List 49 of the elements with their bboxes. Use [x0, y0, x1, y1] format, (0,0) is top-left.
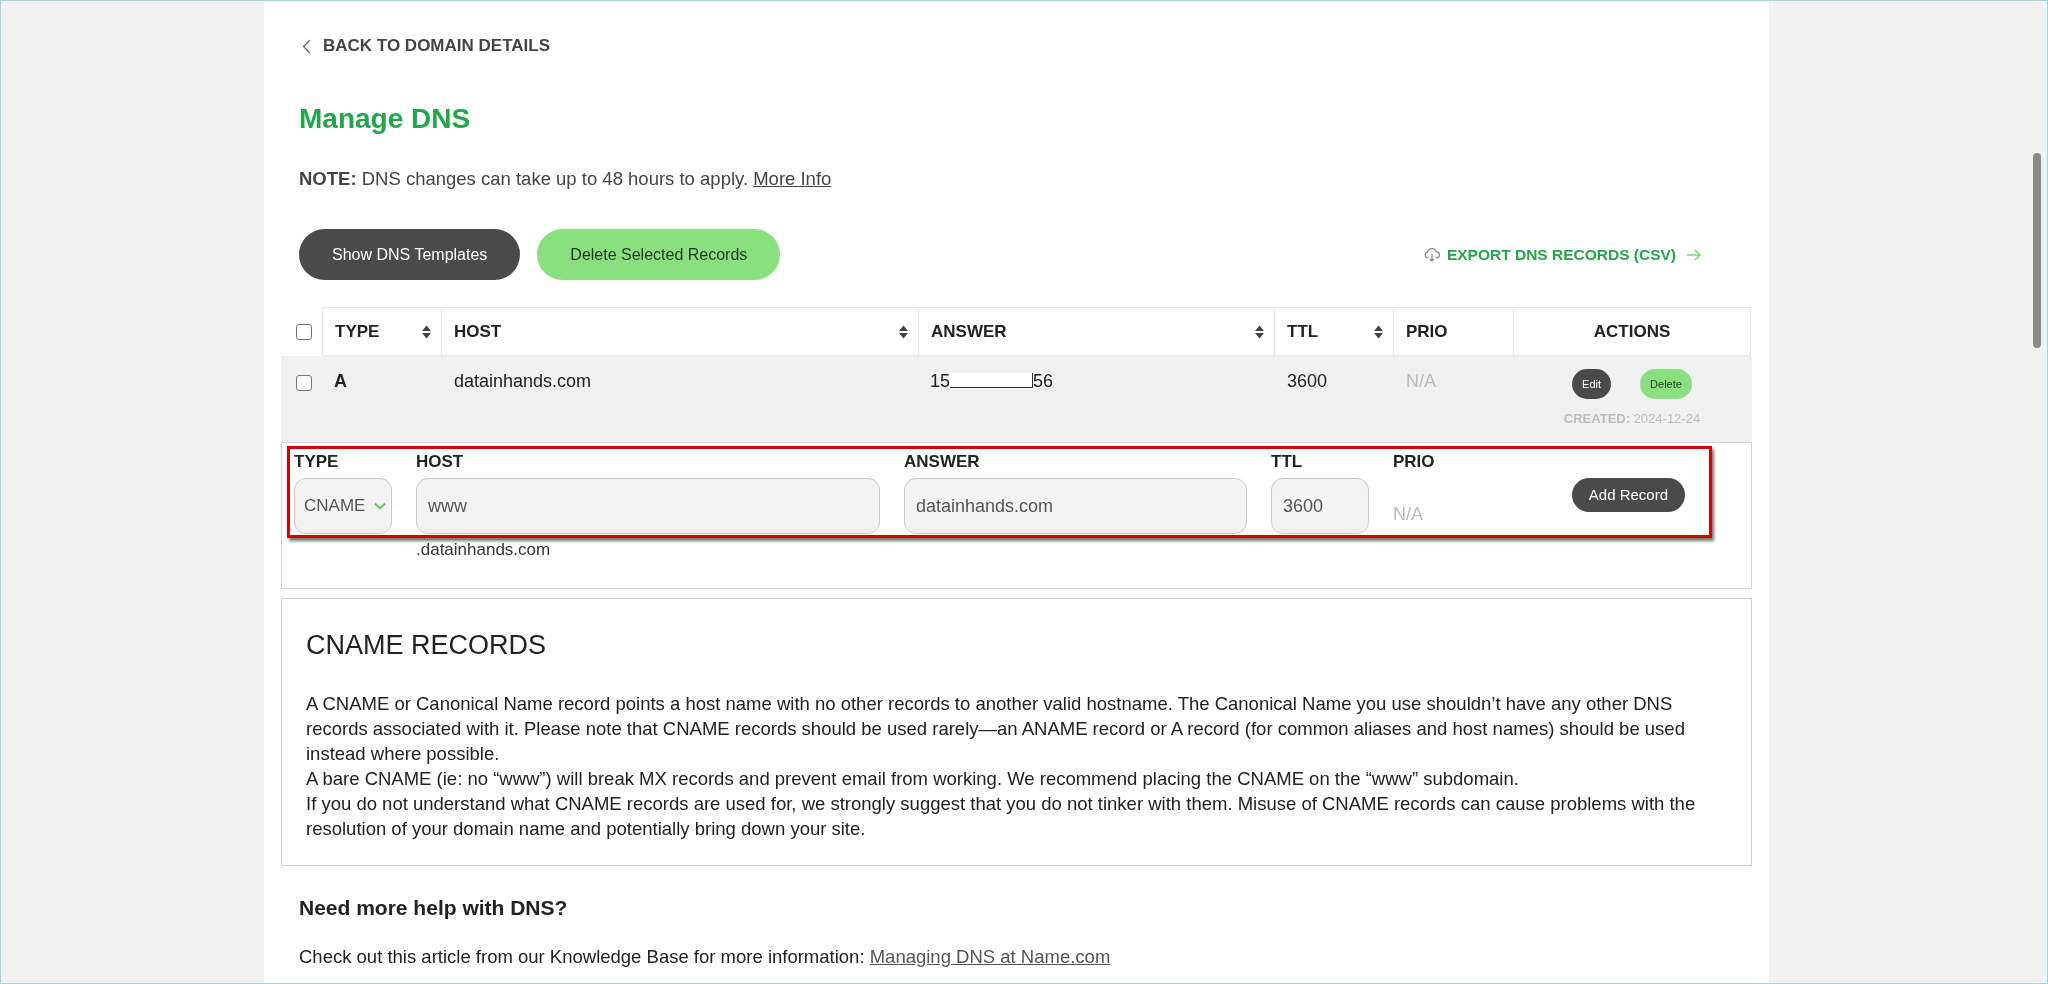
- page-title: Manage DNS: [299, 102, 471, 136]
- chevron-down-icon: [374, 502, 386, 510]
- templates-button[interactable]: Show DNS Templates: [299, 229, 521, 280]
- host-input[interactable]: www: [416, 478, 880, 534]
- table-cell-text: 56: [1033, 370, 1054, 393]
- info-paragraph: If you do not understand what CNAME records are used for, we strongly suggest that you do not tinker with them. Misuse of CNAME records can cause problems with the resolution of your domain name and potentially bring down your site.: [306, 792, 1697, 841]
- knowledge-base-link[interactable]: Managing DNS at Name.com: [869, 946, 1111, 967]
- prio-value: N/A: [1393, 504, 1423, 524]
- table-cell: A: [334, 371, 347, 391]
- delete-button[interactable]: Delete: [1640, 369, 1692, 399]
- type-select[interactable]: CNAME: [294, 478, 392, 534]
- answer-input[interactable]: datainhands.com: [904, 478, 1247, 534]
- help-text: Check out this article from our Knowledge Base for more information: Managing DNS at Name.com: [299, 945, 1111, 969]
- field-label: ANSWER: [904, 452, 980, 472]
- table-cell: 3600: [1287, 371, 1328, 391]
- arrow-right-icon: [1686, 248, 1701, 261]
- cloud-download-icon: [1423, 247, 1440, 262]
- help-title: Need more help with DNS?: [299, 895, 568, 921]
- column-header[interactable]: TTL: [1274, 307, 1393, 356]
- edit-button[interactable]: Edit: [1572, 369, 1612, 399]
- field-label: TTL: [1271, 452, 1303, 472]
- row-checkbox[interactable]: [296, 375, 312, 391]
- more-info-link[interactable]: More Info: [753, 168, 832, 189]
- column-header[interactable]: ANSWER: [918, 307, 1274, 356]
- scrollbar-thumb[interactable]: [2033, 153, 2041, 348]
- field-label: TYPE: [294, 452, 339, 472]
- column-header: ACTIONS: [1513, 307, 1751, 356]
- sort-icon: [1374, 324, 1383, 339]
- ttl-input[interactable]: 3600: [1271, 478, 1369, 534]
- delete-selected-button[interactable]: Delete Selected Records: [537, 229, 781, 280]
- sort-icon: [422, 324, 431, 339]
- info-paragraph: A bare CNAME (ie: no “www”) will break MX records and prevent email from working. We recommend placing the CNAME on the “www” subdomain.: [306, 767, 1520, 791]
- table-cell: datainhands.com: [454, 371, 592, 391]
- note-text: NOTE: DNS changes can take up to 48 hours to apply. More Info: [299, 167, 832, 191]
- column-header[interactable]: HOST: [441, 307, 918, 356]
- info-paragraph: A CNAME or Canonical Name record points a host name with no other records to another valid hostname. The Canonical Name you use shouldn’t have any other DNS records associated with it. Please note that CNAME records should be used rarely—an ANAME record or A record (for common aliases and host names) should be used instead where possible.: [306, 692, 1686, 766]
- select-all-checkbox[interactable]: [296, 323, 312, 340]
- column-header[interactable]: TYPE: [322, 307, 441, 356]
- table-cell-text: 15: [930, 370, 951, 393]
- host-suffix: .datainhands.com: [416, 540, 551, 559]
- column-header: PRIO: [1393, 307, 1513, 356]
- sort-icon: [899, 324, 908, 339]
- info-title: CNAME RECORDS: [306, 629, 548, 662]
- chevron-left-icon: [302, 38, 311, 54]
- sort-icon: [1255, 324, 1264, 339]
- field-label: PRIO: [1393, 452, 1435, 472]
- field-label: HOST: [416, 452, 464, 472]
- add-record-button[interactable]: Add Record: [1571, 478, 1685, 512]
- back-link[interactable]: BACK TO DOMAIN DETAILS: [302, 36, 550, 56]
